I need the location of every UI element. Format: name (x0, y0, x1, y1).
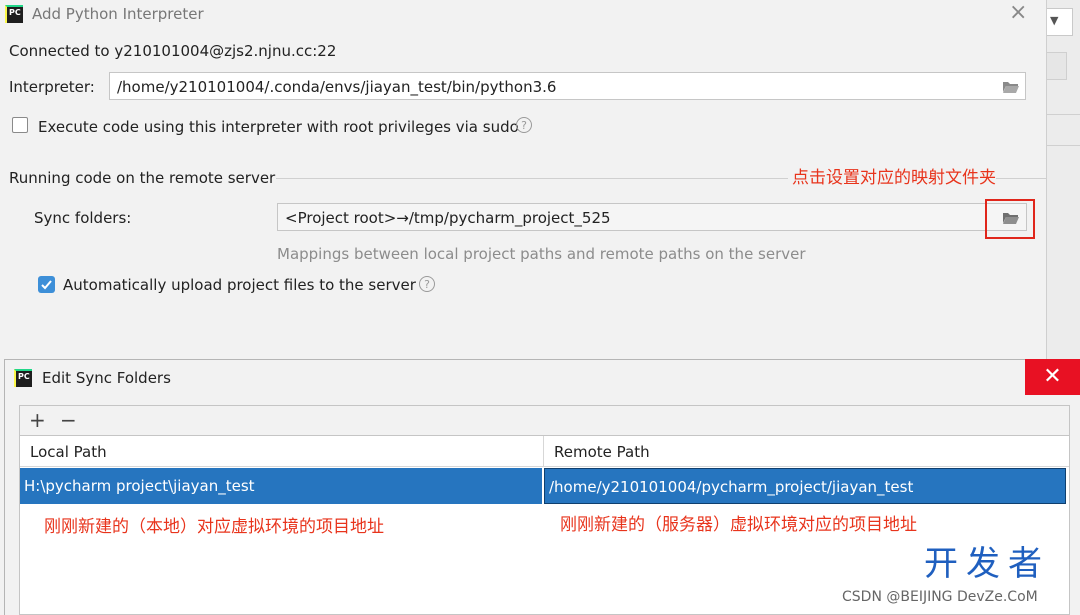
root-privileges-checkbox[interactable] (12, 117, 28, 133)
dialog-title: Add Python Interpreter (32, 5, 204, 23)
sync-folders-label: Sync folders: (34, 209, 132, 227)
checkmark-icon (41, 280, 52, 290)
background-button[interactable] (1046, 52, 1067, 80)
remove-icon[interactable]: − (60, 408, 77, 432)
highlight-box (985, 199, 1035, 239)
connection-info: Connected to y210101004@zjs2.njnu.cc:22 (9, 42, 337, 60)
sync-folders-value: <Project root>→/tmp/pycharm_project_525 (285, 209, 611, 227)
pycharm-logo-icon: PC (5, 5, 23, 23)
help-icon[interactable]: ? (516, 117, 532, 133)
dialog-title: Edit Sync Folders (42, 369, 171, 387)
interpreter-value: /home/y210101004/.conda/envs/jiayan_test… (117, 78, 557, 96)
column-header-label: Local Path (30, 443, 107, 461)
annotation-local: 刚刚新建的（本地）对应虚拟环境的项目地址 (44, 517, 384, 537)
close-icon[interactable]: × (1009, 2, 1027, 24)
annotation-remote: 刚刚新建的（服务器）虚拟环境对应的项目地址 (560, 515, 917, 535)
sync-folders-field[interactable]: <Project root>→/tmp/pycharm_project_525 (277, 203, 1027, 231)
table-toolbar (19, 405, 1070, 436)
help-icon[interactable]: ? (419, 276, 435, 292)
local-path-value: H:\pycharm project\jiayan_test (24, 477, 255, 495)
column-header-remote-path[interactable]: Remote Path (544, 436, 1069, 467)
auto-upload-label: Automatically upload project files to th… (63, 276, 416, 294)
sync-hint: Mappings between local project paths and… (277, 245, 806, 263)
annotation-folder-hint: 点击设置对应的映射文件夹 (788, 163, 996, 188)
watermark-logo: 开发者 (924, 544, 1050, 584)
background-dropdown[interactable]: ▼ (1046, 8, 1073, 36)
column-header-label: Remote Path (554, 443, 650, 461)
table-row-local-cell[interactable]: H:\pycharm project\jiayan_test (20, 468, 542, 504)
column-header-local-path[interactable]: Local Path (20, 436, 544, 467)
auto-upload-checkbox[interactable] (38, 276, 55, 293)
close-button[interactable]: ✕ (1025, 359, 1080, 395)
interpreter-label: Interpreter: (9, 78, 95, 96)
background-divider (1046, 145, 1080, 146)
folder-open-icon[interactable] (1002, 80, 1020, 94)
background-divider (1046, 114, 1080, 115)
root-privileges-label: Execute code using this interpreter with… (38, 118, 519, 136)
table-row-remote-cell[interactable]: /home/y210101004/pycharm_project/jiayan_… (544, 468, 1066, 504)
remote-path-value: /home/y210101004/pycharm_project/jiayan_… (549, 478, 914, 496)
interpreter-field[interactable]: /home/y210101004/.conda/envs/jiayan_test… (109, 72, 1026, 100)
pycharm-logo-icon: PC (14, 369, 32, 387)
chevron-down-icon: ▼ (1050, 14, 1059, 27)
add-icon[interactable]: + (29, 408, 46, 432)
section-title: Running code on the remote server (9, 169, 276, 187)
watermark-text: CSDN @BEIJING DevZe.CoM (842, 589, 1038, 605)
